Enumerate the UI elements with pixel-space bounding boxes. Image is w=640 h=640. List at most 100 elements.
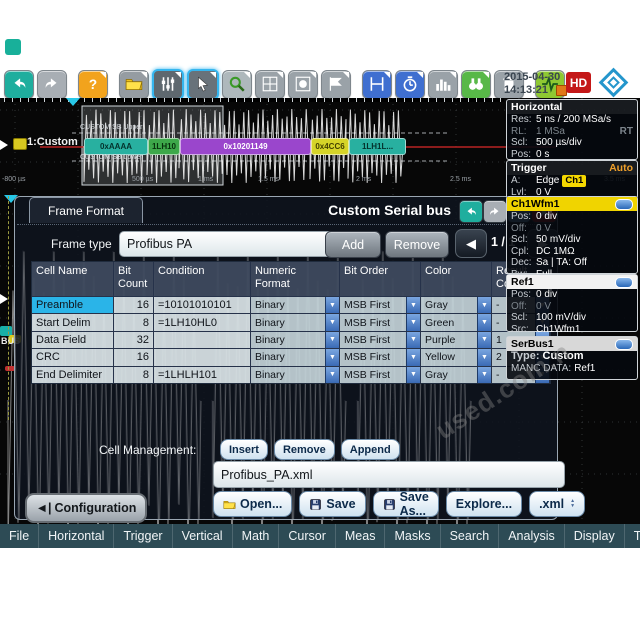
redo-icon[interactable] [37, 70, 67, 99]
color-select[interactable]: Purple▼ [421, 331, 492, 348]
numeric-format-select[interactable]: Binary▼ [251, 296, 340, 313]
zoom-icon[interactable] [222, 70, 252, 99]
chevron-down-icon[interactable]: ▼ [406, 297, 420, 313]
numeric-format-select[interactable]: Binary▼ [251, 348, 340, 365]
timer-icon[interactable] [395, 70, 425, 99]
condition[interactable] [154, 348, 251, 365]
bit-order-select[interactable]: MSB First▼ [340, 296, 421, 313]
numeric-format-select[interactable]: Binary▼ [251, 366, 340, 383]
grid-icon[interactable] [255, 70, 285, 99]
bit-count[interactable]: 8 [114, 366, 154, 383]
undo-icon[interactable] [4, 70, 34, 99]
serbus1-panel[interactable]: SerBus1Type:CustomMANC DATA:Ref1 [506, 336, 638, 380]
chevron-down-icon[interactable]: ▼ [325, 297, 339, 313]
chevron-down-icon[interactable]: ▼ [477, 367, 491, 383]
mask-icon[interactable] [288, 70, 318, 99]
axis-tick-label: -800 µs [2, 176, 26, 183]
chevron-down-icon[interactable]: ▼ [325, 349, 339, 365]
menu-cursor[interactable]: Cursor [278, 524, 335, 548]
condition[interactable]: =1LHLH101 [154, 366, 251, 383]
measure-icon[interactable] [362, 70, 392, 99]
menu-analysis[interactable]: Analysis [498, 524, 564, 548]
minimize-panel-icon[interactable] [615, 277, 633, 288]
chevron-down-icon[interactable]: ▼ [406, 314, 420, 330]
menu-meas[interactable]: Meas [335, 524, 385, 548]
color-select[interactable]: Green▼ [421, 313, 492, 330]
xml-button[interactable]: .xml▲▼ [529, 491, 585, 517]
configuration-button[interactable]: ◄|Configuration [25, 493, 147, 523]
chevron-down-icon[interactable]: ▼ [477, 349, 491, 365]
menu-horizontal[interactable]: Horizontal [38, 524, 113, 548]
dialog-redo-button[interactable] [483, 200, 507, 223]
trigger-panel[interactable]: TriggerAutoA:EdgeCh1Lvl:0 V [506, 160, 638, 199]
menu-tutorials[interactable]: Tutorials [624, 524, 640, 548]
bit-count[interactable]: 16 [114, 296, 154, 313]
minimize-panel-icon[interactable] [615, 339, 633, 350]
spinner-icon[interactable]: ▲▼ [570, 499, 575, 509]
cell-name[interactable]: CRC [32, 348, 114, 365]
cell-append-button[interactable]: Append [341, 439, 400, 460]
saveas-button[interactable]: Save As... [373, 491, 439, 517]
annotate-flag-icon[interactable] [321, 70, 351, 99]
remove-button[interactable]: Remove [385, 231, 449, 258]
chevron-down-icon[interactable]: ▼ [325, 314, 339, 330]
cursor-select-icon[interactable] [187, 69, 219, 100]
axis-tick-label: 1.5 ms [258, 176, 279, 183]
condition[interactable]: =1LH10HL0 [154, 313, 251, 330]
save-button[interactable]: Save [299, 491, 365, 517]
tab-frame-format[interactable]: Frame Format [29, 197, 143, 223]
dialog-undo-button[interactable] [459, 200, 483, 223]
cell-remove-button[interactable]: Remove [274, 439, 335, 460]
open-dialog-icon[interactable] [119, 70, 149, 99]
bit-order-select[interactable]: MSB First▼ [340, 313, 421, 330]
menu-vertical[interactable]: Vertical [172, 524, 232, 548]
add-button[interactable]: Add [325, 231, 381, 258]
condition[interactable] [154, 331, 251, 348]
color-select[interactable]: Gray▼ [421, 296, 492, 313]
bit-order-select[interactable]: MSB First▼ [340, 348, 421, 365]
chevron-down-icon[interactable]: ▼ [325, 367, 339, 383]
color-select[interactable]: Gray▼ [421, 366, 492, 383]
chevron-down-icon[interactable]: ▼ [477, 314, 491, 330]
cell-name[interactable]: End Delimiter [32, 366, 114, 383]
numeric-format-select[interactable]: Binary▼ [251, 331, 340, 348]
menu-search[interactable]: Search [440, 524, 499, 548]
bit-order-select[interactable]: MSB First▼ [340, 366, 421, 383]
cell-name[interactable]: Data Field [32, 331, 114, 348]
condition[interactable]: =10101010101 [154, 296, 251, 313]
cell-name[interactable]: Preamble [32, 296, 114, 313]
horizontal-panel[interactable]: HorizontalRes:5 ns / 200 MSa/sRL:1 MSaRT… [506, 99, 638, 160]
explore-button[interactable]: Explore... [446, 491, 522, 517]
chevron-down-icon[interactable]: ▼ [406, 332, 420, 348]
prev-page-button[interactable]: ◀ [455, 229, 487, 258]
search-binoculars-icon[interactable] [461, 70, 491, 99]
menu-display[interactable]: Display [564, 524, 624, 548]
ch1wfm1-panel[interactable]: Ch1Wfm1Pos:0 divOff:0 VScl:50 mV/divCpl:… [506, 196, 638, 274]
color-select[interactable]: Yellow▼ [421, 348, 492, 365]
cell-name[interactable]: Start Delim [32, 313, 114, 330]
trigger-position-marker-icon[interactable] [66, 98, 80, 106]
vertical-settings-icon[interactable] [152, 69, 184, 100]
bit-count[interactable]: 8 [114, 313, 154, 330]
frame-type-input[interactable]: Profibus PA [119, 231, 333, 257]
menu-file[interactable]: File [0, 524, 38, 548]
menu-math[interactable]: Math [232, 524, 279, 548]
bit-count[interactable]: 32 [114, 331, 154, 348]
chevron-down-icon[interactable]: ▼ [477, 332, 491, 348]
ref1-panel[interactable]: Ref1Pos:0 divOff:0 VScl:100 mV/divSrc:Ch… [506, 274, 638, 332]
numeric-format-select[interactable]: Binary▼ [251, 313, 340, 330]
menu-masks[interactable]: Masks [384, 524, 439, 548]
chevron-down-icon[interactable]: ▼ [406, 367, 420, 383]
help-icon[interactable]: ? [78, 70, 108, 99]
minimize-panel-icon[interactable] [615, 199, 633, 210]
menu-trigger[interactable]: Trigger [113, 524, 171, 548]
chevron-down-icon[interactable]: ▼ [325, 332, 339, 348]
bit-count[interactable]: 16 [114, 348, 154, 365]
filename-input[interactable]: Profibus_PA.xml [213, 461, 565, 488]
chevron-down-icon[interactable]: ▼ [406, 349, 420, 365]
bit-order-select[interactable]: MSB First▼ [340, 331, 421, 348]
chevron-down-icon[interactable]: ▼ [477, 297, 491, 313]
cell-insert-button[interactable]: Insert [220, 439, 268, 460]
fft-icon[interactable] [428, 70, 458, 99]
open-button[interactable]: Open... [213, 491, 292, 517]
